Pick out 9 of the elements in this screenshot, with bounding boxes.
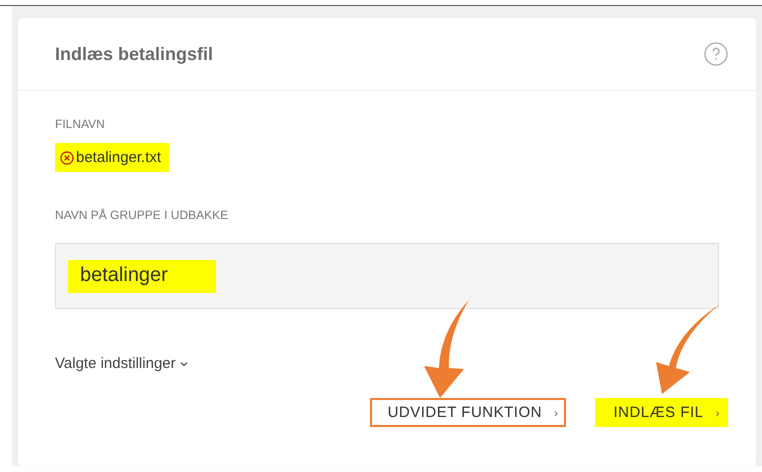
- field-label: FILNAVN: [55, 117, 106, 131]
- action-button[interactable]: UDVIDET FUNKTION ›: [370, 398, 566, 427]
- card-title: Indlæs betalingsfil: [55, 44, 214, 64]
- file-name: betalinger.txt: [76, 149, 162, 166]
- action-button[interactable]: INDLÆS FIL ›: [595, 398, 728, 427]
- input-field[interactable]: betalinger: [55, 243, 719, 309]
- help-icon[interactable]: [704, 42, 728, 66]
- field-label: NAVN PÅ GRUPPE I UDBAKKE: [55, 208, 230, 222]
- settings-toggle[interactable]: Valgte indstillinger: [55, 355, 188, 372]
